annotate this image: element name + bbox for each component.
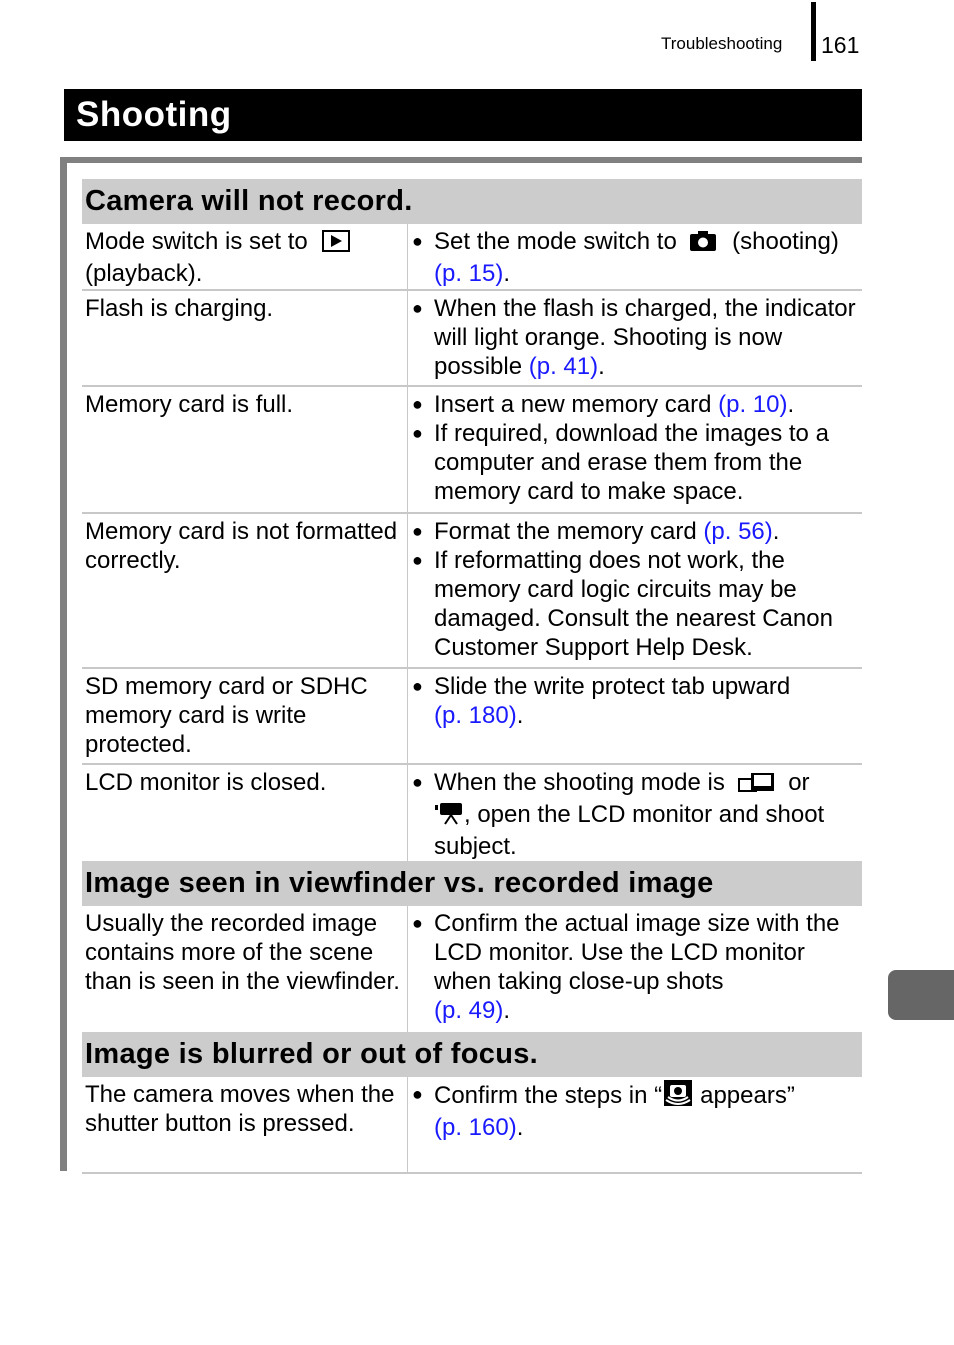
category-title: Camera will not record. (85, 185, 413, 217)
bullet-icon: ● (412, 423, 423, 443)
playback-icon (322, 230, 351, 259)
cause-cell: Memory card is full. (82, 387, 408, 512)
solution-cell: ● Insert a new memory card (p. 10). ● If… (408, 387, 862, 512)
solution-item: ● When the flash is charged, the indicat… (412, 295, 856, 380)
cause-cell: Memory card is not formatted correctly. (82, 514, 408, 667)
cause-cell: The camera moves when the shutter button… (82, 1077, 408, 1172)
solution-cell: ● Set the mode switch to (shooting) (p. … (408, 224, 862, 289)
running-head: Troubleshooting (661, 34, 783, 53)
solution-cell: ● Confirm the actual image size with the… (408, 906, 862, 1032)
bullet-icon: ● (412, 550, 423, 570)
solution-item: ● If reformatting does not work, the mem… (412, 547, 833, 661)
camera-icon (689, 230, 717, 259)
solution-cell: ● Format the memory card (p. 56). ● If r… (408, 514, 862, 667)
solution-cell: ● When the flash is charged, the indicat… (408, 291, 862, 385)
category-title: Image seen in viewfinder vs. recorded im… (85, 867, 714, 899)
page-link[interactable]: (p. 160) (434, 1114, 517, 1141)
chapter-side-tab (888, 970, 954, 1020)
solution-item: ● Slide the write protect tab upward (p. … (412, 673, 791, 729)
section-title-bar: Shooting (64, 89, 862, 141)
movie-icon (434, 801, 464, 832)
table-row: Flash is charging. ● When the flash is c… (82, 291, 862, 387)
solution-item: ● If required, download the images to a … (412, 420, 829, 505)
bullet-icon: ● (412, 231, 423, 251)
solution-cell: ● Confirm the steps in “ appears” (p. 16… (408, 1077, 862, 1172)
table-row: SD memory card or SDHC memory card is wr… (82, 669, 862, 765)
cause-cell: Flash is charging. (82, 291, 408, 385)
table-row: Usually the recorded image contains more… (82, 906, 862, 1032)
solution-cell: ● When the shooting mode is or , open th… (408, 765, 862, 861)
camera-shake-icon (664, 1080, 693, 1113)
category-header: Image is blurred or out of focus. (82, 1032, 862, 1077)
bullet-icon: ● (412, 913, 423, 933)
solution-item: ● Format the memory card (p. 56). (412, 518, 780, 545)
cause-cell: SD memory card or SDHC memory card is wr… (82, 669, 408, 763)
table-row: Memory card is full. ● Insert a new memo… (82, 387, 862, 514)
page-number: 161 (821, 32, 860, 58)
page-link[interactable]: (p. 10) (718, 391, 787, 418)
cause-cell: Mode switch is set to (playback). (82, 224, 408, 289)
table-row: Memory card is not formatted correctly. … (82, 514, 862, 669)
page-link[interactable]: (p. 49) (434, 997, 503, 1024)
solution-item: ● Confirm the actual image size with the… (412, 910, 840, 1024)
category-title: Image is blurred or out of focus. (85, 1038, 538, 1070)
frame-top-rule (60, 157, 862, 163)
stitch-assist-icon (737, 771, 776, 800)
category-header: Image seen in viewfinder vs. recorded im… (82, 861, 862, 906)
bullet-icon: ● (412, 394, 423, 414)
page-link[interactable]: (p. 180) (434, 702, 517, 729)
bullet-icon: ● (412, 772, 423, 792)
page-link[interactable]: (p. 15) (434, 260, 503, 287)
bullet-icon: ● (412, 676, 423, 696)
table-row: Mode switch is set to (playback). ● Set … (82, 224, 862, 291)
table-row: The camera moves when the shutter button… (82, 1077, 862, 1174)
frame-left-rule (60, 157, 67, 1171)
page-link[interactable]: (p. 56) (703, 518, 772, 545)
page-link[interactable]: (p. 41) (529, 353, 598, 380)
table-row: LCD monitor is closed. ● When the shooti… (82, 765, 862, 861)
bullet-icon: ● (412, 1084, 423, 1104)
cause-cell: LCD monitor is closed. (82, 765, 408, 861)
section-title: Shooting (76, 95, 232, 134)
category-header: Camera will not record. (82, 179, 862, 224)
bullet-icon: ● (412, 298, 423, 318)
cause-cell: Usually the recorded image contains more… (82, 906, 408, 1032)
troubleshooting-table: Camera will not record. Mode switch is s… (82, 179, 862, 1174)
header-rule (811, 2, 816, 61)
bullet-icon: ● (412, 521, 423, 541)
solution-cell: ● Slide the write protect tab upward (p. … (408, 669, 862, 763)
solution-item: ● Insert a new memory card (p. 10). (412, 391, 795, 418)
solution-item: ● Set the mode switch to (shooting) (p. … (412, 228, 839, 287)
solution-item: ● Confirm the steps in “ appears” (p. 16… (412, 1080, 795, 1141)
solution-item: ● When the shooting mode is or , open th… (412, 769, 825, 860)
